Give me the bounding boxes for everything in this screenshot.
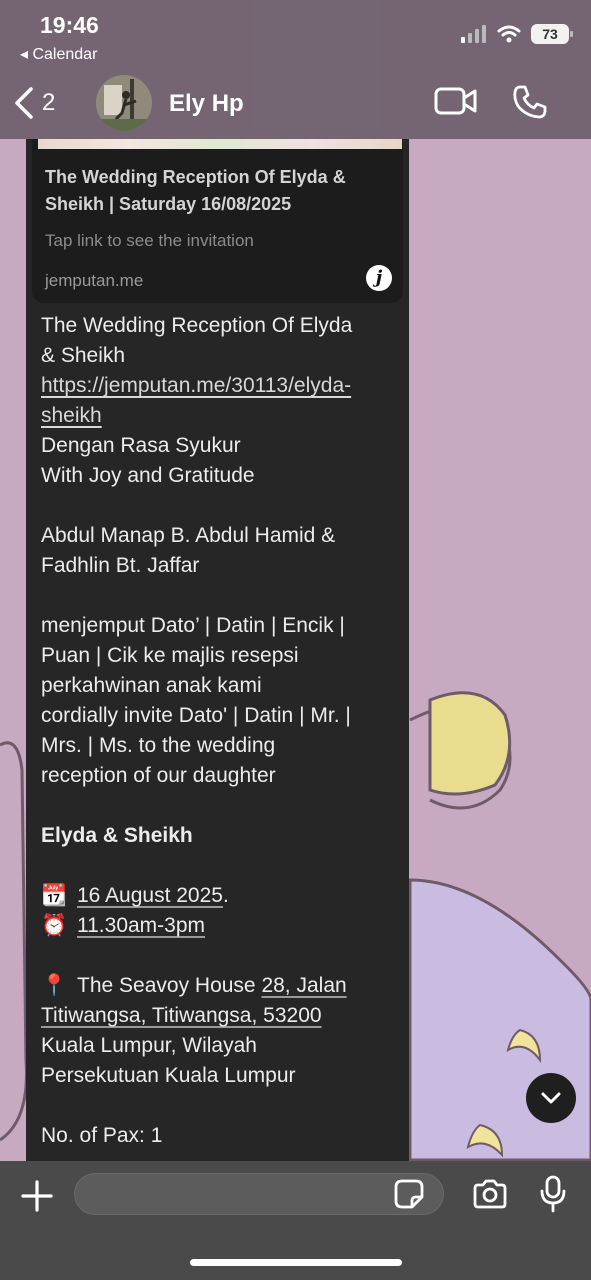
link-preview-title: The Wedding Reception Of Elyda & Sheikh … [45,167,346,214]
chat-header: 19:46 ◂ Calendar 73 2 Ely Hp [0,0,591,139]
couple-names: Elyda & Sheikh [41,824,193,847]
invitation-link[interactable]: sheikh [41,404,102,427]
message-input[interactable] [75,1174,375,1214]
message-input-field[interactable] [74,1173,444,1215]
plus-icon [21,1180,53,1212]
microphone-icon [540,1175,566,1213]
video-call-button[interactable] [434,86,478,121]
message-title-line: & Sheikh [41,344,126,367]
address-line: Persekutuan Kuala Lumpur [41,1064,296,1087]
parents-names: Abdul Manap B. Abdul Hamid & [41,524,336,547]
contact-name[interactable]: Ely Hp [169,90,244,118]
sticker-icon [394,1179,424,1209]
site-logo-icon: j [366,265,392,291]
message-title-line: The Wedding Reception Of Elyda [41,314,353,337]
video-camera-icon [434,87,477,115]
camera-icon [473,1179,507,1209]
invitation-malay: Puan | Cik ke majlis resepsi [41,644,299,667]
attach-button[interactable] [20,1179,54,1218]
chevron-left-icon [15,87,33,119]
voice-call-button[interactable] [512,84,548,125]
chevron-down-icon [541,1092,561,1104]
status-time: 19:46 [40,12,99,38]
alarm-clock-icon: ⏰ [41,914,68,937]
date-period: . [222,884,229,907]
invitation-english: cordially invite Dato' | Datin | Mr. | [41,704,351,727]
event-time[interactable]: 11.30am-3pm [77,914,205,937]
link-preview-card[interactable]: The Wedding Reception Of Elyda & Sheikh … [32,139,403,303]
back-button[interactable]: 2 [12,86,55,120]
invitation-link[interactable]: https://jemputan.me/30113/elyda- [41,374,351,397]
avatar-photo [96,75,152,131]
unread-count: 2 [42,89,56,116]
contact-avatar[interactable] [96,75,152,131]
location-pin-icon: 📍 [41,974,68,997]
wifi-icon [497,25,521,43]
invitation-malay: menjemput Dato’ | Datin | Encik | [41,614,345,637]
address-link[interactable]: 28, Jalan [261,974,346,997]
english-greeting: With Joy and Gratitude [41,464,255,487]
parents-names: Fadhlin Bt. Jaffar [41,554,200,577]
voice-message-button[interactable] [540,1175,566,1218]
invitation-malay: perkahwinan anak kami [41,674,262,697]
invitation-english: reception of our daughter [41,764,276,787]
message-text: The Wedding Reception Of Elyda & Sheikh … [41,311,396,1151]
message-bubble[interactable]: The Wedding Reception Of Elyda & Sheikh … [26,139,409,1162]
link-preview-domain: jemputan.me [45,271,144,290]
status-icons: 73 [461,24,573,44]
invitation-english: Mrs. | Ms. to the wedding [41,734,276,757]
home-indicator[interactable] [190,1259,402,1266]
battery-indicator: 73 [531,24,573,44]
cellular-signal-icon [461,25,486,43]
scroll-to-bottom-button[interactable] [526,1073,576,1123]
malay-greeting: Dengan Rasa Syukur [41,434,241,457]
sticker-button[interactable] [394,1179,424,1214]
compose-bar [0,1161,591,1280]
calendar-icon: 📆 [41,884,68,907]
event-date[interactable]: 16 August 2025 [77,884,223,907]
link-preview-image [38,139,402,149]
back-to-calendar-link[interactable]: ◂ Calendar [20,44,97,64]
venue-name: The Seavoy House [77,974,256,997]
link-preview-description: Tap link to see the invitation [45,231,254,250]
address-line: Kuala Lumpur, Wilayah [41,1034,257,1057]
pax-count: No. of Pax: 1 [41,1124,163,1147]
phone-icon [513,85,547,119]
camera-button[interactable] [472,1179,508,1214]
address-link[interactable]: Titiwangsa, Titiwangsa, 53200 [41,1004,322,1027]
